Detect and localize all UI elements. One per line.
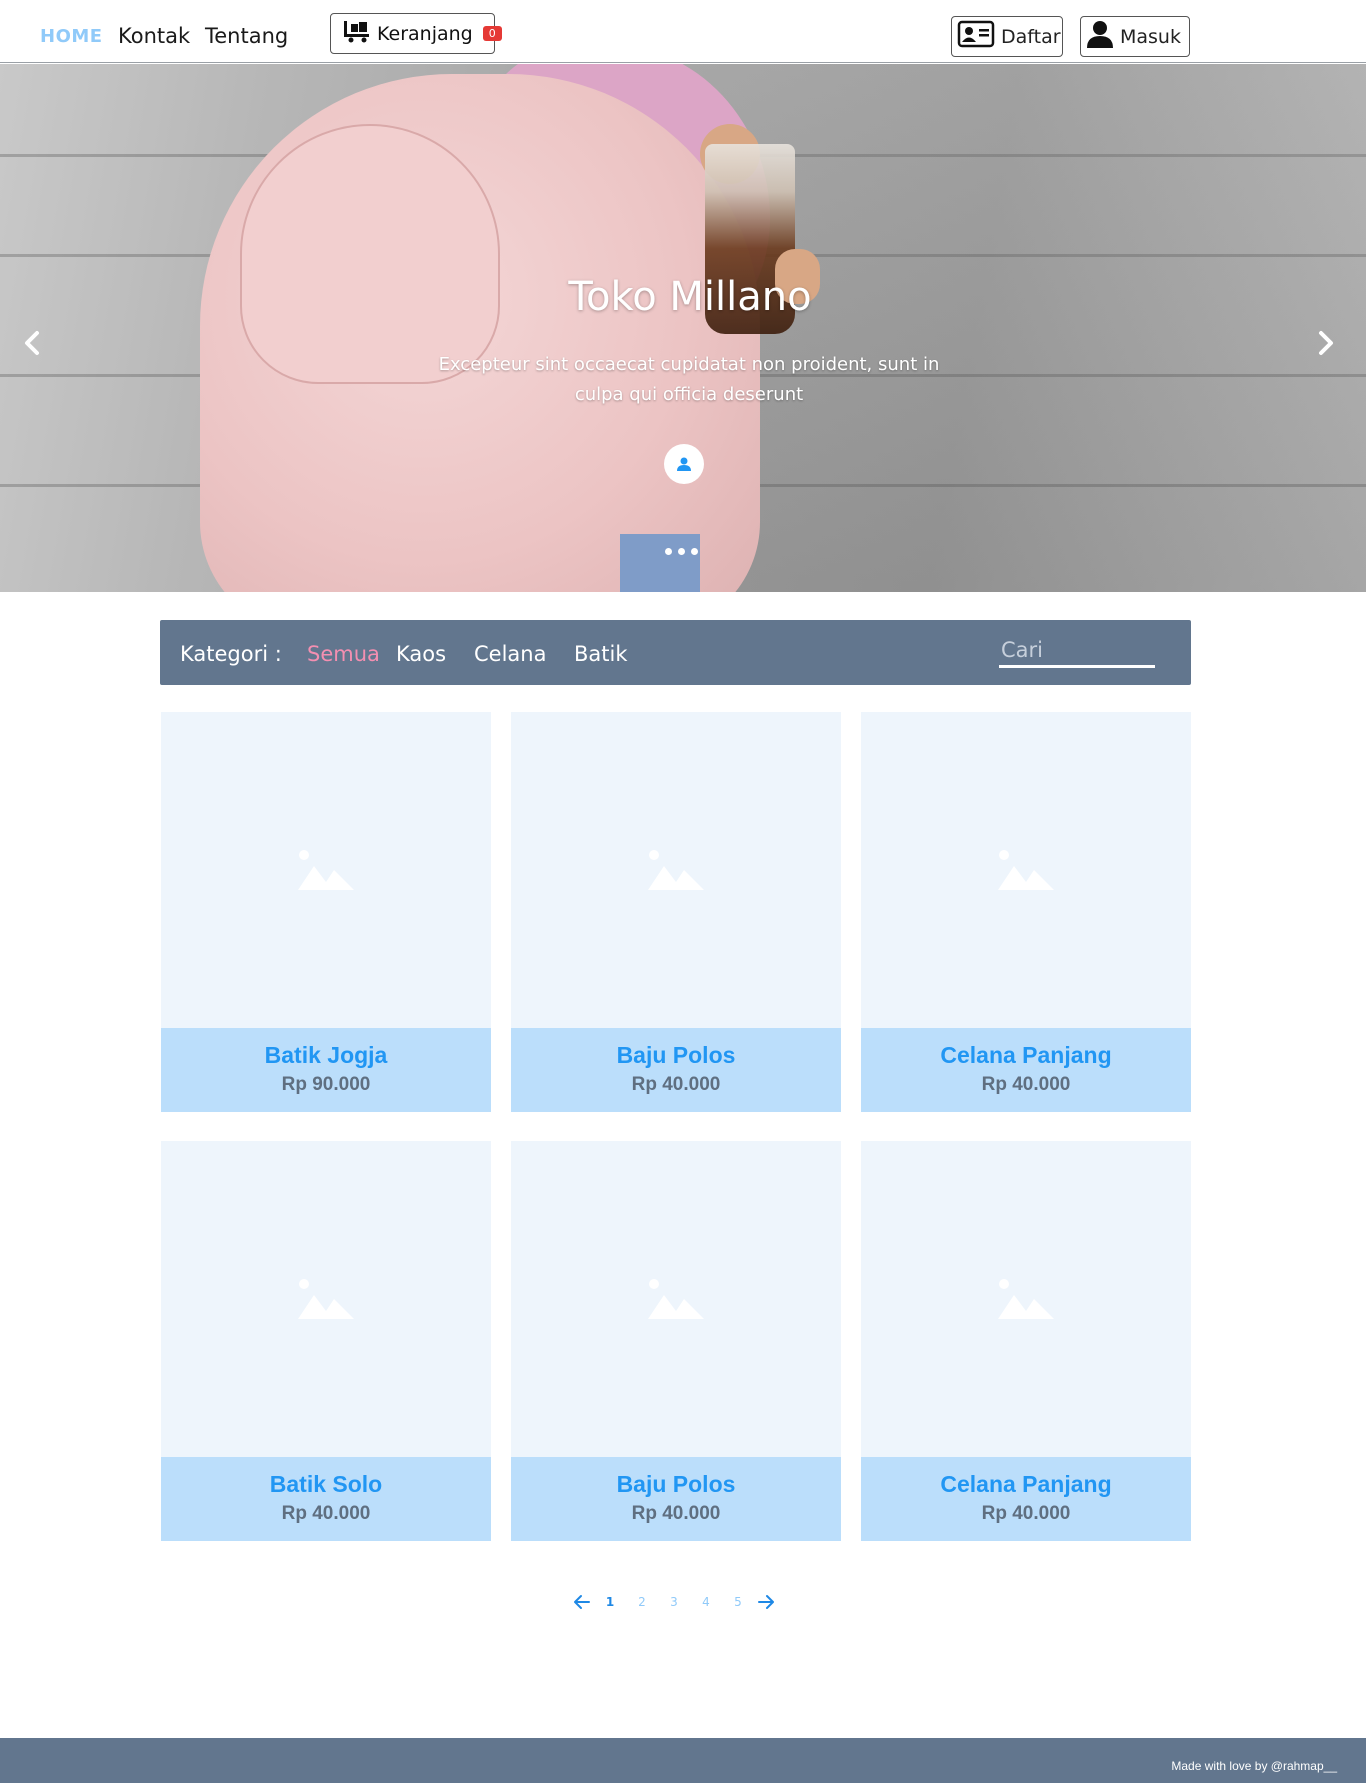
nav-kontak-link[interactable]: Kontak [118, 24, 190, 48]
id-card-icon [957, 19, 995, 54]
product-card[interactable]: Celana Panjang Rp 40.000 [861, 712, 1191, 1112]
pagination-page-3[interactable]: 3 [658, 1595, 690, 1609]
product-info: Baju Polos Rp 40.000 [511, 1457, 841, 1541]
product-image-placeholder [511, 1141, 841, 1457]
product-price: Rp 40.000 [631, 1503, 721, 1524]
product-price: Rp 40.000 [631, 1074, 721, 1095]
product-info: Batik Solo Rp 40.000 [161, 1457, 491, 1541]
hero-subtitle: Excepteur sint occaecat cupidatat non pr… [438, 354, 940, 405]
pagination-next-arrow-icon[interactable] [754, 1590, 778, 1614]
product-card[interactable]: Baju Polos Rp 40.000 [511, 712, 841, 1112]
product-info: Celana Panjang Rp 40.000 [861, 1028, 1191, 1112]
category-kaos[interactable]: Kaos [396, 642, 446, 666]
register-label: Daftar [1001, 25, 1061, 48]
product-price: Rp 40.000 [281, 1503, 371, 1524]
product-info: Batik Jogja Rp 90.000 [161, 1028, 491, 1112]
product-image-placeholder [161, 712, 491, 1028]
image-placeholder-icon [998, 850, 1054, 890]
product-image-placeholder [861, 1141, 1191, 1457]
cart-button[interactable]: Keranjang 0 [330, 13, 502, 54]
nav-home-link[interactable]: HOME [40, 26, 103, 47]
image-placeholder-icon [298, 1279, 354, 1319]
hero-title: Toko Millano [568, 274, 812, 320]
pagination-page-1[interactable]: 1 [594, 1595, 626, 1609]
product-name: Celana Panjang [940, 1042, 1112, 1068]
product-image-placeholder [861, 712, 1191, 1028]
cart-icon [343, 19, 371, 48]
login-label: Masuk [1120, 25, 1181, 48]
product-card[interactable]: Batik Jogja Rp 90.000 [161, 712, 491, 1112]
category-bar: Kategori : Semua Kaos Celana Batik [160, 620, 1191, 685]
hero-image-jeans [620, 534, 700, 592]
product-name: Batik Solo [269, 1471, 383, 1497]
category-batik[interactable]: Batik [574, 642, 628, 666]
product-info: Baju Polos Rp 40.000 [511, 1028, 841, 1112]
pagination: 1 2 3 4 5 [570, 1590, 778, 1614]
user-icon [1086, 19, 1114, 54]
product-price: Rp 90.000 [281, 1074, 371, 1095]
pagination-prev-arrow-icon[interactable] [570, 1590, 594, 1614]
image-placeholder-icon [298, 850, 354, 890]
carousel-dot[interactable] [691, 548, 698, 555]
nav-tentang-link[interactable]: Tentang [205, 24, 288, 48]
pagination-page-2[interactable]: 2 [626, 1595, 658, 1609]
product-name: Batik Jogja [264, 1042, 388, 1068]
product-image-placeholder [161, 1141, 491, 1457]
product-card[interactable]: Baju Polos Rp 40.000 [511, 1141, 841, 1541]
pagination-page-5[interactable]: 5 [722, 1595, 754, 1609]
product-card[interactable]: Batik Solo Rp 40.000 [161, 1141, 491, 1541]
carousel-prev-arrow-icon[interactable] [18, 328, 48, 358]
hero-image-backpack-flap [240, 124, 500, 384]
product-image-placeholder [511, 712, 841, 1028]
footer-credit: Made with love by @rahmap__ [1171, 1759, 1337, 1773]
carousel-dot[interactable] [665, 548, 672, 555]
search-input[interactable] [999, 634, 1155, 668]
login-button[interactable]: Masuk [1080, 16, 1190, 57]
footer: Made with love by @rahmap__ [0, 1738, 1366, 1783]
product-info: Celana Panjang Rp 40.000 [861, 1457, 1191, 1541]
carousel-dot[interactable] [678, 548, 685, 555]
page: HOME Kontak Tentang Keranjang 0 Daftar M… [0, 0, 1366, 1783]
category-label: Kategori : [180, 642, 282, 666]
category-semua[interactable]: Semua [307, 642, 380, 666]
image-placeholder-icon [648, 1279, 704, 1319]
pagination-page-4[interactable]: 4 [690, 1595, 722, 1609]
image-placeholder-icon [998, 1279, 1054, 1319]
cart-count-badge: 0 [482, 26, 502, 41]
hero-carousel: Toko Millano Excepteur sint occaecat cup… [0, 64, 1366, 592]
product-name: Baju Polos [616, 1471, 736, 1497]
cart-label: Keranjang [377, 22, 473, 45]
image-placeholder-icon [648, 850, 704, 890]
carousel-indicators [665, 548, 698, 555]
product-price: Rp 40.000 [981, 1503, 1071, 1524]
navbar: HOME Kontak Tentang Keranjang 0 Daftar M… [0, 0, 1366, 63]
register-button[interactable]: Daftar [951, 16, 1063, 57]
hero-avatar-icon[interactable] [664, 444, 704, 484]
product-price: Rp 40.000 [981, 1074, 1071, 1095]
product-name: Celana Panjang [940, 1471, 1112, 1497]
product-card[interactable]: Celana Panjang Rp 40.000 [861, 1141, 1191, 1541]
category-celana[interactable]: Celana [474, 642, 546, 666]
product-name: Baju Polos [616, 1042, 736, 1068]
carousel-next-arrow-icon[interactable] [1310, 328, 1340, 358]
